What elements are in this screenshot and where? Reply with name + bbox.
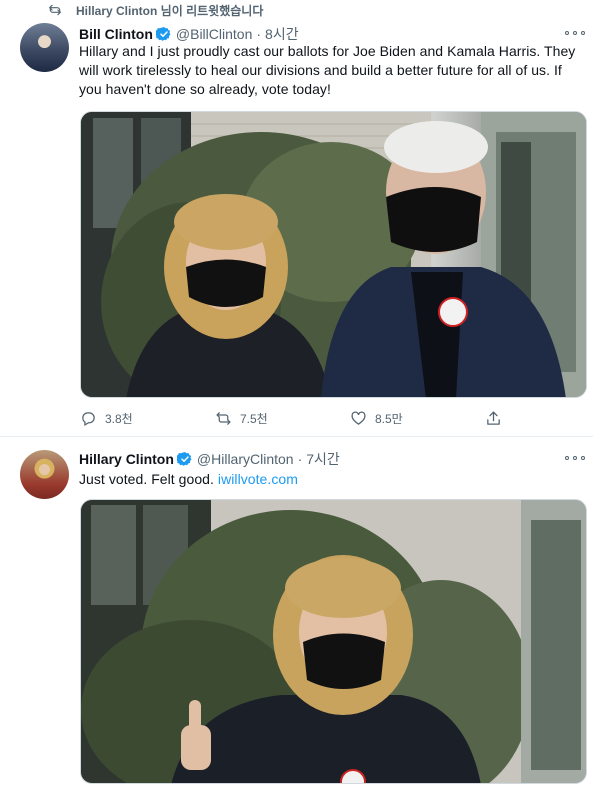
tweet-photo[interactable] [80,499,587,784]
reply-count: 3.8천 [105,411,133,426]
like-count: 8.5만 [375,411,403,426]
author-name[interactable]: Bill Clinton [79,26,153,42]
tweet-header: Hillary Clinton @HillaryClinton · 7시간 [79,449,340,469]
like-button[interactable]: 8.5만 [350,410,403,427]
tweet-text-plain: Just voted. Felt good. [79,471,214,487]
separator-dot: · [297,451,303,467]
verified-badge-icon [155,27,171,41]
author-handle[interactable]: @BillClinton [176,26,252,42]
share-icon [487,410,500,425]
tweet-header: Bill Clinton @BillClinton · 8시간 [79,24,299,44]
tweet-timestamp[interactable]: 7시간 [306,449,340,469]
retweet-icon [216,411,231,425]
tweet-photo-image [81,112,586,397]
tweet[interactable]: Bill Clinton @BillClinton · 8시간 Hillary … [0,0,593,437]
avatar[interactable] [20,23,69,72]
author-name[interactable]: Hillary Clinton [79,451,174,467]
tweet-photo-image [81,500,586,783]
author-handle[interactable]: @HillaryClinton [197,451,294,467]
avatar[interactable] [20,450,69,499]
tweet-text: Hillary and I just proudly cast our ball… [79,43,576,97]
reply-icon [82,411,95,426]
share-button[interactable] [485,410,510,427]
tweet-timestamp[interactable]: 8시간 [265,24,299,44]
separator-dot: · [256,26,262,42]
verified-badge-icon [176,452,192,466]
retweet-count: 7.5천 [240,411,268,426]
tweet[interactable]: Hillary Clinton @HillaryClinton · 7시간 Ju… [0,437,593,790]
retweet-button[interactable]: 7.5천 [215,410,268,427]
tweet-photo[interactable] [80,111,587,398]
reply-button[interactable]: 3.8천 [80,410,133,427]
tweet-link[interactable]: iwillvote.com [218,471,298,487]
more-options-icon[interactable] [565,28,585,38]
heart-icon [351,410,366,425]
tweet-text: Just voted. Felt good. iwillvote.com [79,470,585,489]
tweet-actions: 3.8천 7.5천 8.5만 [80,408,510,428]
more-options-icon[interactable] [565,453,585,463]
